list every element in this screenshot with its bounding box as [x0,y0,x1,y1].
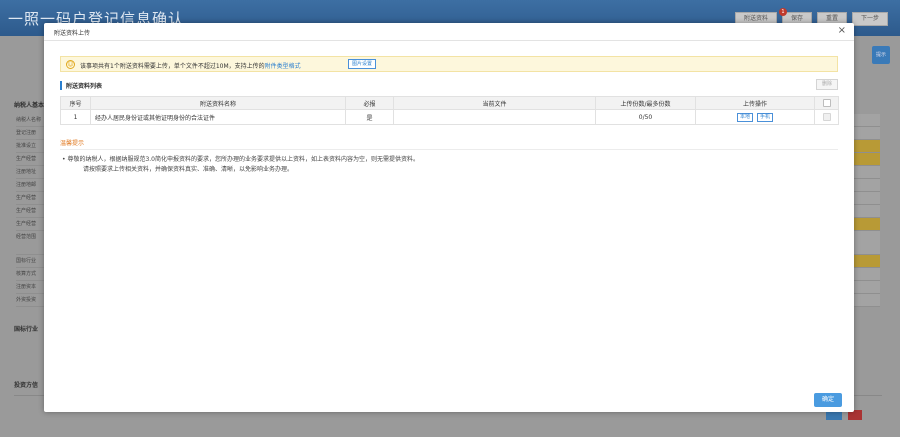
upload-actions: 本地 手机 [695,109,815,125]
row-checkbox[interactable] [822,113,831,121]
bg-row-label: 生产经营 [16,192,46,205]
bg-row-label: 生产经营 [16,153,46,166]
select-all-cell [814,96,839,110]
column-header: 上传操作 [695,96,815,110]
upload-count: 0/50 [595,109,696,125]
bg-row-label: 纳税人名称 [16,114,46,127]
bg-row-label: 生产经营 [16,218,46,231]
current-file [393,109,596,125]
smile-icon: ☺ [66,60,75,69]
notice-message: 该事项共有1个附送资料需要上传，单个文件不超过10M，支持上传的 [80,63,265,70]
upload-local-button[interactable]: 本地 [736,112,753,122]
bg-row-label: 登记注册 [16,127,46,140]
column-header: 附送资料名称 [90,96,346,110]
tip-text: 请按照要求上传相关资料，并确保资料真实、准确、清晰，以免影响业务办理。 [83,166,294,173]
bg-row-label: 外资投资 [16,294,46,307]
bg-notification-badge: 1 [779,8,787,16]
select-all-checkbox[interactable] [822,99,831,107]
bg-tip-button: 提示 [872,46,890,64]
bg-row-label: 注册地邮 [16,179,46,192]
tips-title: 温馨提示 [60,140,85,147]
bg-form-right-column [850,114,880,307]
image-settings-button[interactable]: 图片设置 [348,59,377,69]
section-marker [60,81,62,90]
bg-row-label: 批准设立 [16,140,46,153]
attachment-list-header: 附送资料列表 删除 [60,79,838,92]
bg-section-title: 纳税人基本 [14,102,45,109]
attachment-list-title: 附送资料列表 [66,83,103,90]
notice-banner: ☺ 该事项共有1个附送资料需要上传，单个文件不超过10M，支持上传的附件类型格式… [60,56,838,72]
row-select-cell [814,109,839,125]
column-header: 必报 [345,96,394,110]
bg-row-label: 国标行业 [16,255,46,268]
required-flag: 是 [345,109,394,125]
bg-row-label: 核算方式 [16,268,46,281]
table-header-row: 序号 附送资料名称 必报 当前文件 上传份数/最多份数 上传操作 [60,96,839,110]
table-row: 1 经办人居民身份证或其他证明身份的合法证件 是 0/50 本地 手机 [60,109,839,125]
delete-button[interactable]: 删除 [816,79,838,90]
attachment-table: 序号 附送资料名称 必报 当前文件 上传份数/最多份数 上传操作 1 经办人居民… [60,96,839,125]
dialog-header: 附送资料上传 × [44,23,854,41]
dialog-title: 附送资料上传 [54,30,91,37]
divider [60,149,838,150]
bg-form-labels: 纳税人名称 登记注册 批准设立 生产经营 注册地址 注册地邮 生产经营 生产经营… [16,114,46,307]
tip-text: • 尊敬的纳税人，根据纳服规范3.0简化申报资料的要求，您所办理的业务要求提供以… [62,156,419,163]
close-icon[interactable]: × [838,25,846,37]
file-types-link[interactable]: 附件类型格式 [265,63,301,70]
bg-section-title: 投资方信 [14,382,39,389]
column-header: 上传份数/最多份数 [595,96,696,110]
bg-row-label: 经营范围 [16,231,46,255]
bg-row-label: 注册地址 [16,166,46,179]
bg-next-button: 下一步 [851,12,888,26]
bg-row-label: 注册资本 [16,281,46,294]
upload-dialog: 附送资料上传 × ☺ 该事项共有1个附送资料需要上传，单个文件不超过10M，支持… [44,23,854,412]
upload-mobile-button[interactable]: 手机 [757,112,774,122]
bg-section-title: 国标行业 [14,326,39,333]
confirm-button[interactable]: 确定 [814,393,842,407]
attachment-name: 经办人居民身份证或其他证明身份的合法证件 [90,109,346,125]
bg-row-label: 生产经营 [16,205,46,218]
column-header: 当前文件 [393,96,596,110]
column-header: 序号 [60,96,91,110]
row-index: 1 [60,109,91,125]
notice-text: 该事项共有1个附送资料需要上传，单个文件不超过10M，支持上传的附件类型格式 [80,61,301,70]
